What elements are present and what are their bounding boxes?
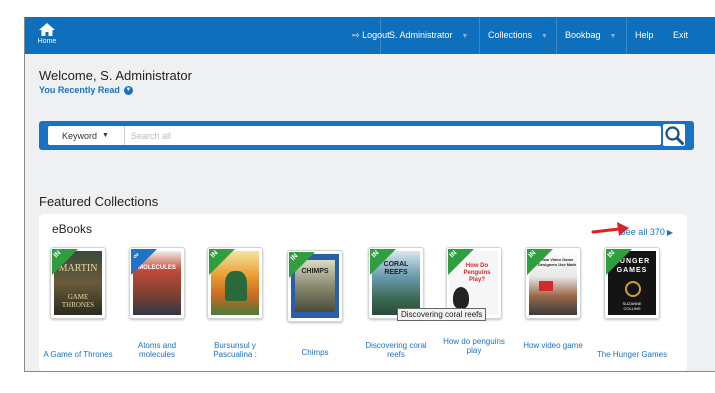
collections-menu-label: Collections [488, 30, 533, 40]
chevron-down-circle-icon: ▼ [123, 85, 133, 95]
ebooks-title: eBooks [52, 222, 93, 236]
book-title[interactable]: Chimps [279, 348, 351, 357]
book-title[interactable]: Bursunsul y Pascualina : [199, 341, 271, 359]
book-title[interactable]: How video game [517, 341, 589, 350]
chevron-down-icon: ▼ [609, 33, 617, 40]
bookbag-menu[interactable]: Bookbag ▼ [556, 17, 624, 54]
book-title[interactable]: Discovering coral reefs [360, 341, 432, 359]
search-bar: Keyword ▼ [39, 121, 694, 150]
caret-right-icon: ▶ [666, 227, 673, 237]
book-card[interactable]: MARTIN GAME THRONES IN A Game of Thrones [43, 247, 113, 359]
chevron-down-icon: ▼ [461, 33, 469, 40]
book-card[interactable]: MOLECULES ∞ Atoms and molecules [129, 247, 185, 359]
recently-read-label: You Recently Read [39, 85, 120, 95]
book-title[interactable]: The Hunger Games [596, 350, 668, 359]
home-button[interactable]: Home [32, 22, 62, 45]
search-type-dropdown[interactable]: Keyword ▼ [48, 126, 125, 145]
book-title[interactable]: Atoms and molecules [121, 341, 193, 359]
book-title[interactable]: A Game of Thrones [42, 350, 114, 359]
search-button[interactable] [663, 124, 685, 146]
book-card[interactable]: CHIMPS IN Chimps [287, 250, 343, 357]
see-all-label: See all 370 [619, 227, 665, 237]
app-frame: Home ⇨ Logout S. Administrator ▼ Collecti… [24, 17, 715, 372]
exit-link[interactable]: Exit [665, 17, 696, 54]
book-card[interactable]: How Video Game Designers Use Math IN How… [523, 247, 583, 350]
tooltip: Discovering coral reefs [397, 308, 487, 321]
collections-menu[interactable]: Collections ▼ [479, 17, 556, 54]
home-label: Home [37, 38, 57, 45]
user-menu[interactable]: S. Administrator ▼ [380, 17, 476, 54]
help-link[interactable]: Help [626, 17, 662, 54]
recently-read-toggle[interactable]: You Recently Read ▼ [39, 85, 133, 95]
see-all-link[interactable]: See all 370 ▶ [620, 227, 673, 237]
book-card[interactable]: IN Bursunsul y Pascualina : [207, 247, 263, 359]
search-input[interactable] [125, 127, 661, 144]
top-nav-bar: Home ⇨ Logout S. Administrator ▼ Collecti… [25, 17, 715, 54]
search-type-label: Keyword [62, 130, 98, 141]
bookbag-menu-label: Bookbag [565, 30, 601, 40]
chevron-down-icon: ▼ [541, 33, 548, 40]
featured-collections-heading: Featured Collections [39, 194, 159, 209]
welcome-heading: Welcome, S. Administrator [39, 68, 192, 83]
book-card[interactable]: HUNGER GAMES SUZANNE COLLINS IN The Hunge… [597, 247, 667, 359]
search-icon [665, 126, 684, 145]
user-menu-label: S. Administrator [389, 30, 453, 40]
search-box: Keyword ▼ [48, 126, 661, 145]
logout-icon: ⇨ [352, 30, 360, 40]
book-title[interactable]: How do penguins play [438, 337, 510, 355]
caret-down-icon: ▼ [102, 132, 109, 139]
home-icon [39, 23, 55, 36]
ebooks-panel: eBooks See all 370 ▶ MARTIN GAME THRONES … [39, 214, 687, 371]
